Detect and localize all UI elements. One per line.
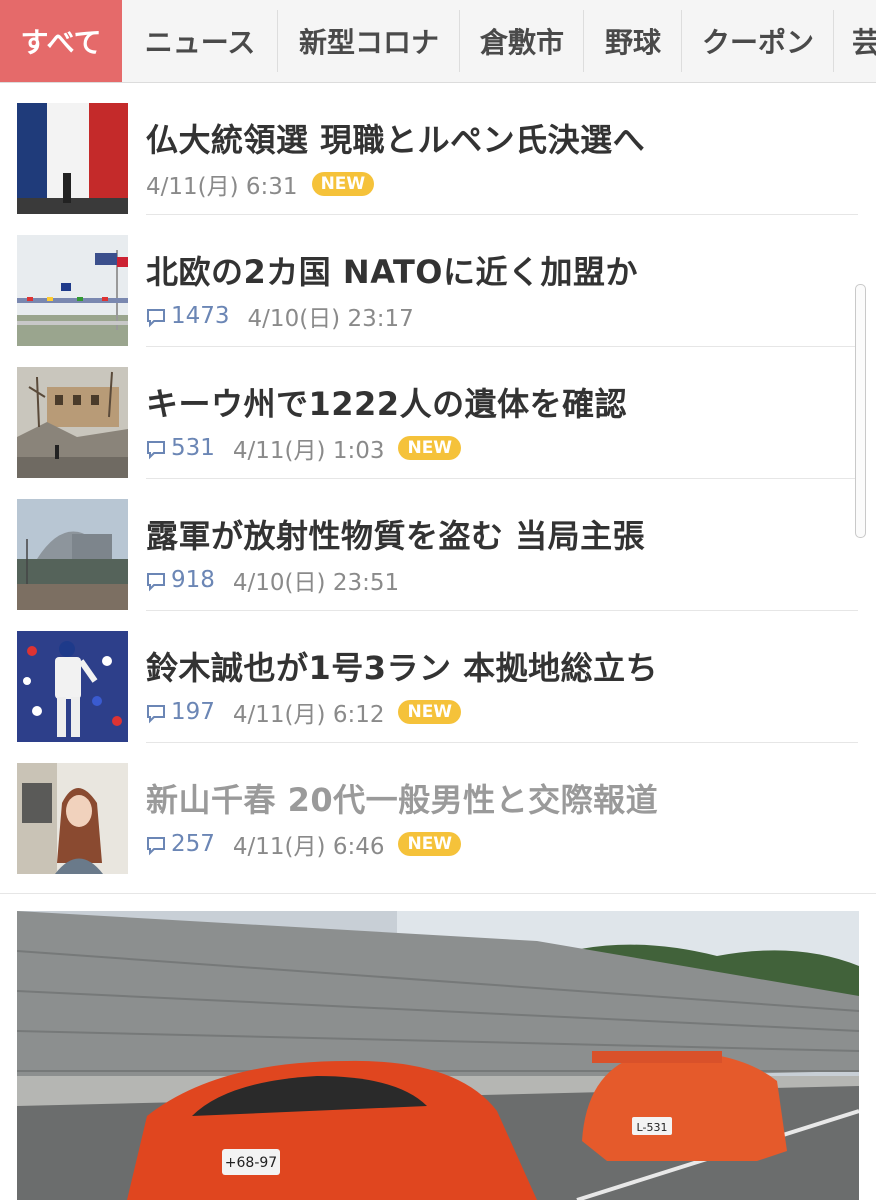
license-plate: L-531 [637, 1121, 668, 1134]
chernobyl-dome-photo-icon [17, 499, 128, 610]
news-date: 4/11(月) 6:46 [232, 834, 385, 860]
tab-coupon[interactable]: クーポン [682, 0, 834, 82]
comment-count[interactable]: 918 [146, 567, 215, 593]
news-item[interactable]: 鈴木誠也が1号3ラン 本拠地総立ち 197 4/11(月) 6:12 NEW [0, 611, 876, 743]
tab-entertainment[interactable]: 芸 [834, 0, 876, 82]
new-badge: NEW [398, 436, 462, 460]
news-item[interactable]: 新山千春 20代一般男性と交際報道 257 4/11(月) 6:46 NEW [0, 743, 876, 875]
tab-label: 倉敷市 [479, 26, 564, 59]
news-meta: 257 4/11(月) 6:46 NEW [146, 827, 462, 861]
tab-label: 野球 [604, 26, 661, 59]
news-date: 4/10(日) 23:51 [232, 570, 400, 596]
divider [0, 893, 876, 894]
comment-count-value: 257 [171, 831, 215, 857]
comment-count[interactable]: 531 [146, 435, 215, 461]
tab-label: すべて [20, 26, 102, 59]
baseball-player-photo-icon [17, 631, 128, 742]
news-title: 鈴木誠也が1号3ラン 本拠地総立ち [146, 649, 659, 687]
comment-bubble-icon [147, 309, 165, 328]
license-plate: +68-97 [225, 1155, 277, 1171]
tab-coronavirus[interactable]: 新型コロナ [278, 0, 460, 82]
french-flags-photo-icon [17, 103, 128, 214]
comment-count-value: 1473 [171, 303, 230, 329]
comment-bubble-icon [147, 573, 165, 592]
comment-bubble-icon [147, 441, 165, 460]
nato-flags-photo-icon [17, 235, 128, 346]
destroyed-building-photo-icon [17, 367, 128, 478]
comment-count[interactable]: 1473 [146, 303, 230, 329]
news-date: 4/11(月) 6:12 [232, 702, 385, 728]
new-badge: NEW [311, 172, 375, 196]
comment-count-value: 918 [171, 567, 215, 593]
comment-count-value: 197 [171, 699, 215, 725]
scrollbar[interactable] [855, 284, 866, 538]
tab-label: 芸 [852, 21, 876, 61]
news-title: 露軍が放射性物質を盗む 当局主張 [146, 517, 646, 555]
tab-baseball[interactable]: 野球 [584, 0, 682, 82]
news-date: 4/10(日) 23:17 [247, 306, 414, 332]
tab-news[interactable]: ニュース [122, 0, 278, 82]
news-title: キーウ州で1222人の遺体を確認 [146, 385, 628, 423]
comment-count[interactable]: 257 [146, 831, 215, 857]
tab-all[interactable]: すべて [0, 0, 122, 82]
comment-count-value: 531 [171, 435, 215, 461]
news-title: 新山千春 20代一般男性と交際報道 [146, 781, 659, 819]
news-title: 北欧の2カ国 NATOに近く加盟か [146, 253, 639, 291]
new-badge: NEW [398, 700, 462, 724]
news-item[interactable]: 北欧の2カ国 NATOに近く加盟か 1473 4/10(日) 23:17 [0, 215, 876, 347]
tab-label: ニュース [144, 26, 256, 59]
tab-label: クーポン [701, 26, 814, 59]
news-meta: 4/11(月) 6:31 NEW [146, 167, 375, 201]
news-meta: 197 4/11(月) 6:12 NEW [146, 695, 462, 729]
news-title: 仏大統領選 現職とルペン氏決選へ [146, 121, 646, 159]
news-date: 4/11(月) 1:03 [232, 438, 385, 464]
news-meta: 1473 4/10(日) 23:17 [146, 299, 414, 333]
news-item[interactable]: キーウ州で1222人の遺体を確認 531 4/11(月) 1:03 NEW [0, 347, 876, 479]
category-tab-bar: すべて ニュース 新型コロナ 倉敷市 野球 クーポン 芸 [0, 0, 876, 83]
news-item[interactable]: 仏大統領選 現職とルペン氏決選へ 4/11(月) 6:31 NEW [0, 83, 876, 215]
comment-count[interactable]: 197 [146, 699, 215, 725]
news-meta: 531 4/11(月) 1:03 NEW [146, 431, 462, 465]
comment-bubble-icon [147, 837, 165, 856]
sports-cars-highway-photo-icon[interactable]: +68-97 L-531 [17, 911, 859, 1200]
tab-kurashiki[interactable]: 倉敷市 [460, 0, 584, 82]
new-badge: NEW [398, 832, 462, 856]
news-meta: 918 4/10(日) 23:51 [146, 563, 399, 597]
tab-label: 新型コロナ [298, 26, 439, 59]
comment-bubble-icon [147, 705, 165, 724]
news-item[interactable]: 露軍が放射性物質を盗む 当局主張 918 4/10(日) 23:51 [0, 479, 876, 611]
woman-portrait-photo-icon [17, 763, 128, 874]
news-date: 4/11(月) 6:31 [146, 174, 298, 200]
